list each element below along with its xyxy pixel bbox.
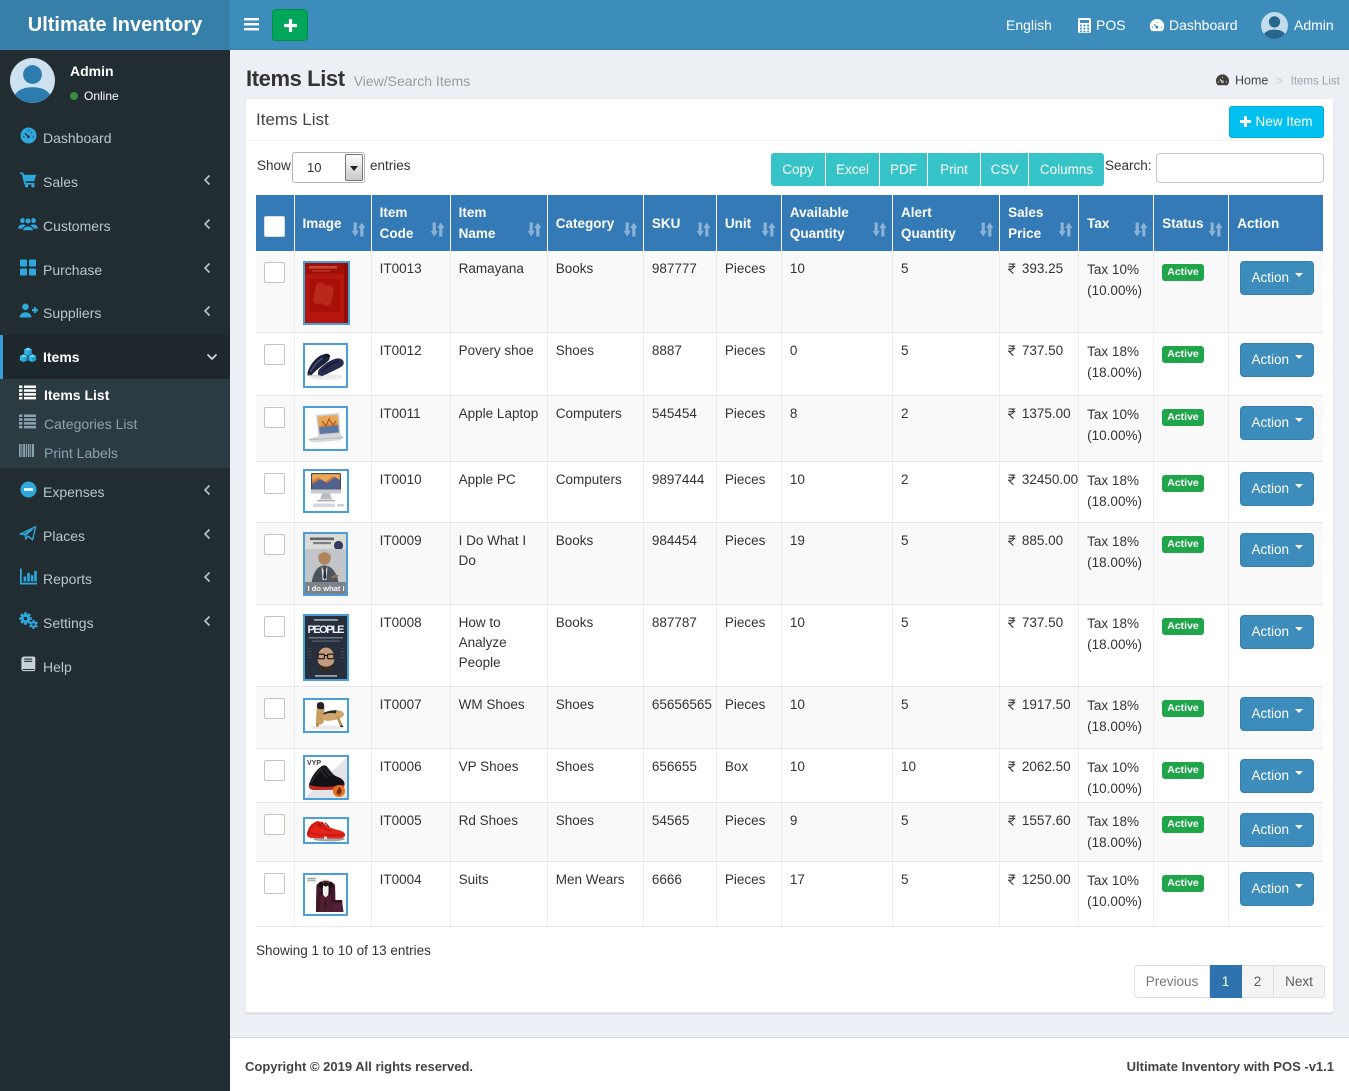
svg-text:VYP: VYP — [307, 760, 321, 767]
svg-text:PEOPLE: PEOPLE — [307, 624, 344, 636]
svg-text:I do what I d: I do what I d — [307, 584, 346, 593]
